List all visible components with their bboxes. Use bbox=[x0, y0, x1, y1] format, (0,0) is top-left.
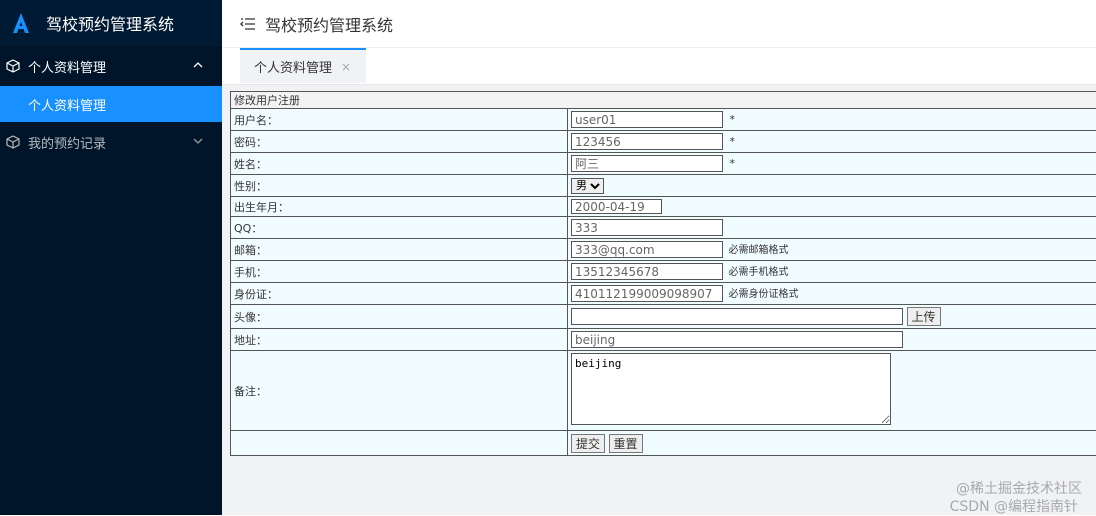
field-label: 身份证： bbox=[231, 283, 568, 305]
submit-button[interactable]: 提交 bbox=[571, 434, 605, 453]
qq-input[interactable] bbox=[571, 219, 723, 236]
phone-hint: 必需手机格式 bbox=[729, 267, 789, 278]
gender-select[interactable]: 男 bbox=[571, 178, 604, 194]
tab-profile[interactable]: 个人资料管理 × bbox=[240, 48, 366, 83]
required-mark: * bbox=[730, 113, 736, 126]
form-header-row: 修改用户注册 bbox=[231, 92, 1096, 109]
reset-button[interactable]: 重置 bbox=[609, 434, 643, 453]
form-row-password: 密码： * bbox=[231, 131, 1096, 153]
email-input[interactable] bbox=[571, 241, 723, 258]
address-input[interactable] bbox=[571, 331, 903, 348]
logo-icon bbox=[10, 12, 32, 34]
cube-icon bbox=[6, 59, 20, 73]
sidebar-group-label: 我的预约记录 bbox=[28, 133, 106, 152]
form-row-qq: QQ： bbox=[231, 217, 1096, 239]
logo-bar: 驾校预约管理系统 bbox=[0, 0, 222, 46]
page-title: 驾校预约管理系统 bbox=[265, 12, 393, 36]
chevron-up-icon bbox=[192, 59, 204, 71]
chevron-down-icon bbox=[192, 135, 204, 147]
watermark: CSDN @编程指南针 bbox=[950, 496, 1078, 516]
idcard-input[interactable] bbox=[571, 285, 723, 302]
field-label: 出生年月： bbox=[231, 197, 568, 217]
app-title: 驾校预约管理系统 bbox=[46, 11, 174, 35]
avatar-input[interactable] bbox=[571, 308, 903, 325]
form-row-email: 邮箱： 必需邮箱格式 bbox=[231, 239, 1096, 261]
menu-fold-icon[interactable] bbox=[240, 17, 256, 31]
sidebar-group-bookings[interactable]: 我的预约记录 bbox=[0, 122, 222, 162]
form-row-birth: 出生年月： bbox=[231, 197, 1096, 217]
form-row-actions: 提交 重置 bbox=[231, 431, 1096, 456]
idcard-hint: 必需身份证格式 bbox=[729, 289, 799, 300]
field-label: 用户名： bbox=[231, 109, 568, 131]
form-row-phone: 手机： 必需手机格式 bbox=[231, 261, 1096, 283]
form-row-avatar: 头像： 上传 bbox=[231, 305, 1096, 329]
phone-input[interactable] bbox=[571, 263, 723, 280]
remark-textarea[interactable]: beijing bbox=[571, 353, 891, 425]
watermark: @稀土掘金技术社区 bbox=[956, 478, 1082, 498]
field-label: 密码： bbox=[231, 131, 568, 153]
required-mark: * bbox=[730, 157, 736, 170]
field-label: 手机： bbox=[231, 261, 568, 283]
upload-button[interactable]: 上传 bbox=[907, 307, 941, 326]
form-row-gender: 性别： 男 bbox=[231, 175, 1096, 197]
sidebar: 驾校预约管理系统 个人资料管理 个人资料管理 我的预约记录 bbox=[0, 0, 222, 515]
profile-form: 修改用户注册 用户名： * 密码： * 姓名： * 性别： bbox=[230, 91, 1096, 456]
name-input[interactable] bbox=[571, 155, 723, 172]
field-label: 地址： bbox=[231, 329, 568, 351]
form-row-remark: 备注： beijing bbox=[231, 351, 1096, 431]
field-label: 姓名： bbox=[231, 153, 568, 175]
field-label: 邮箱： bbox=[231, 239, 568, 261]
tab-label: 个人资料管理 bbox=[254, 57, 332, 76]
cube-icon bbox=[6, 135, 20, 149]
field-label: 备注： bbox=[231, 351, 568, 431]
form-row-address: 地址： bbox=[231, 329, 1096, 351]
sidebar-group-profile[interactable]: 个人资料管理 bbox=[0, 46, 222, 86]
password-input[interactable] bbox=[571, 133, 723, 150]
field-label: 头像： bbox=[231, 305, 568, 329]
sidebar-item-profile[interactable]: 个人资料管理 bbox=[0, 86, 222, 122]
form-heading: 修改用户注册 bbox=[231, 92, 1096, 109]
username-input[interactable] bbox=[571, 111, 723, 128]
field-label: QQ： bbox=[231, 217, 568, 239]
sidebar-item-label: 个人资料管理 bbox=[28, 95, 106, 114]
form-row-username: 用户名： * bbox=[231, 109, 1096, 131]
main-content: 修改用户注册 用户名： * 密码： * 姓名： * 性别： bbox=[222, 85, 1096, 515]
tab-bar: 个人资料管理 × bbox=[222, 48, 1096, 85]
sidebar-group-label: 个人资料管理 bbox=[28, 57, 106, 76]
email-hint: 必需邮箱格式 bbox=[729, 245, 789, 256]
topbar: 驾校预约管理系统 bbox=[222, 0, 1096, 48]
form-row-idcard: 身份证： 必需身份证格式 bbox=[231, 283, 1096, 305]
field-label: 性别： bbox=[231, 175, 568, 197]
close-icon[interactable]: × bbox=[341, 60, 351, 74]
birth-date-input[interactable] bbox=[571, 199, 662, 214]
form-row-name: 姓名： * bbox=[231, 153, 1096, 175]
required-mark: * bbox=[730, 135, 736, 148]
